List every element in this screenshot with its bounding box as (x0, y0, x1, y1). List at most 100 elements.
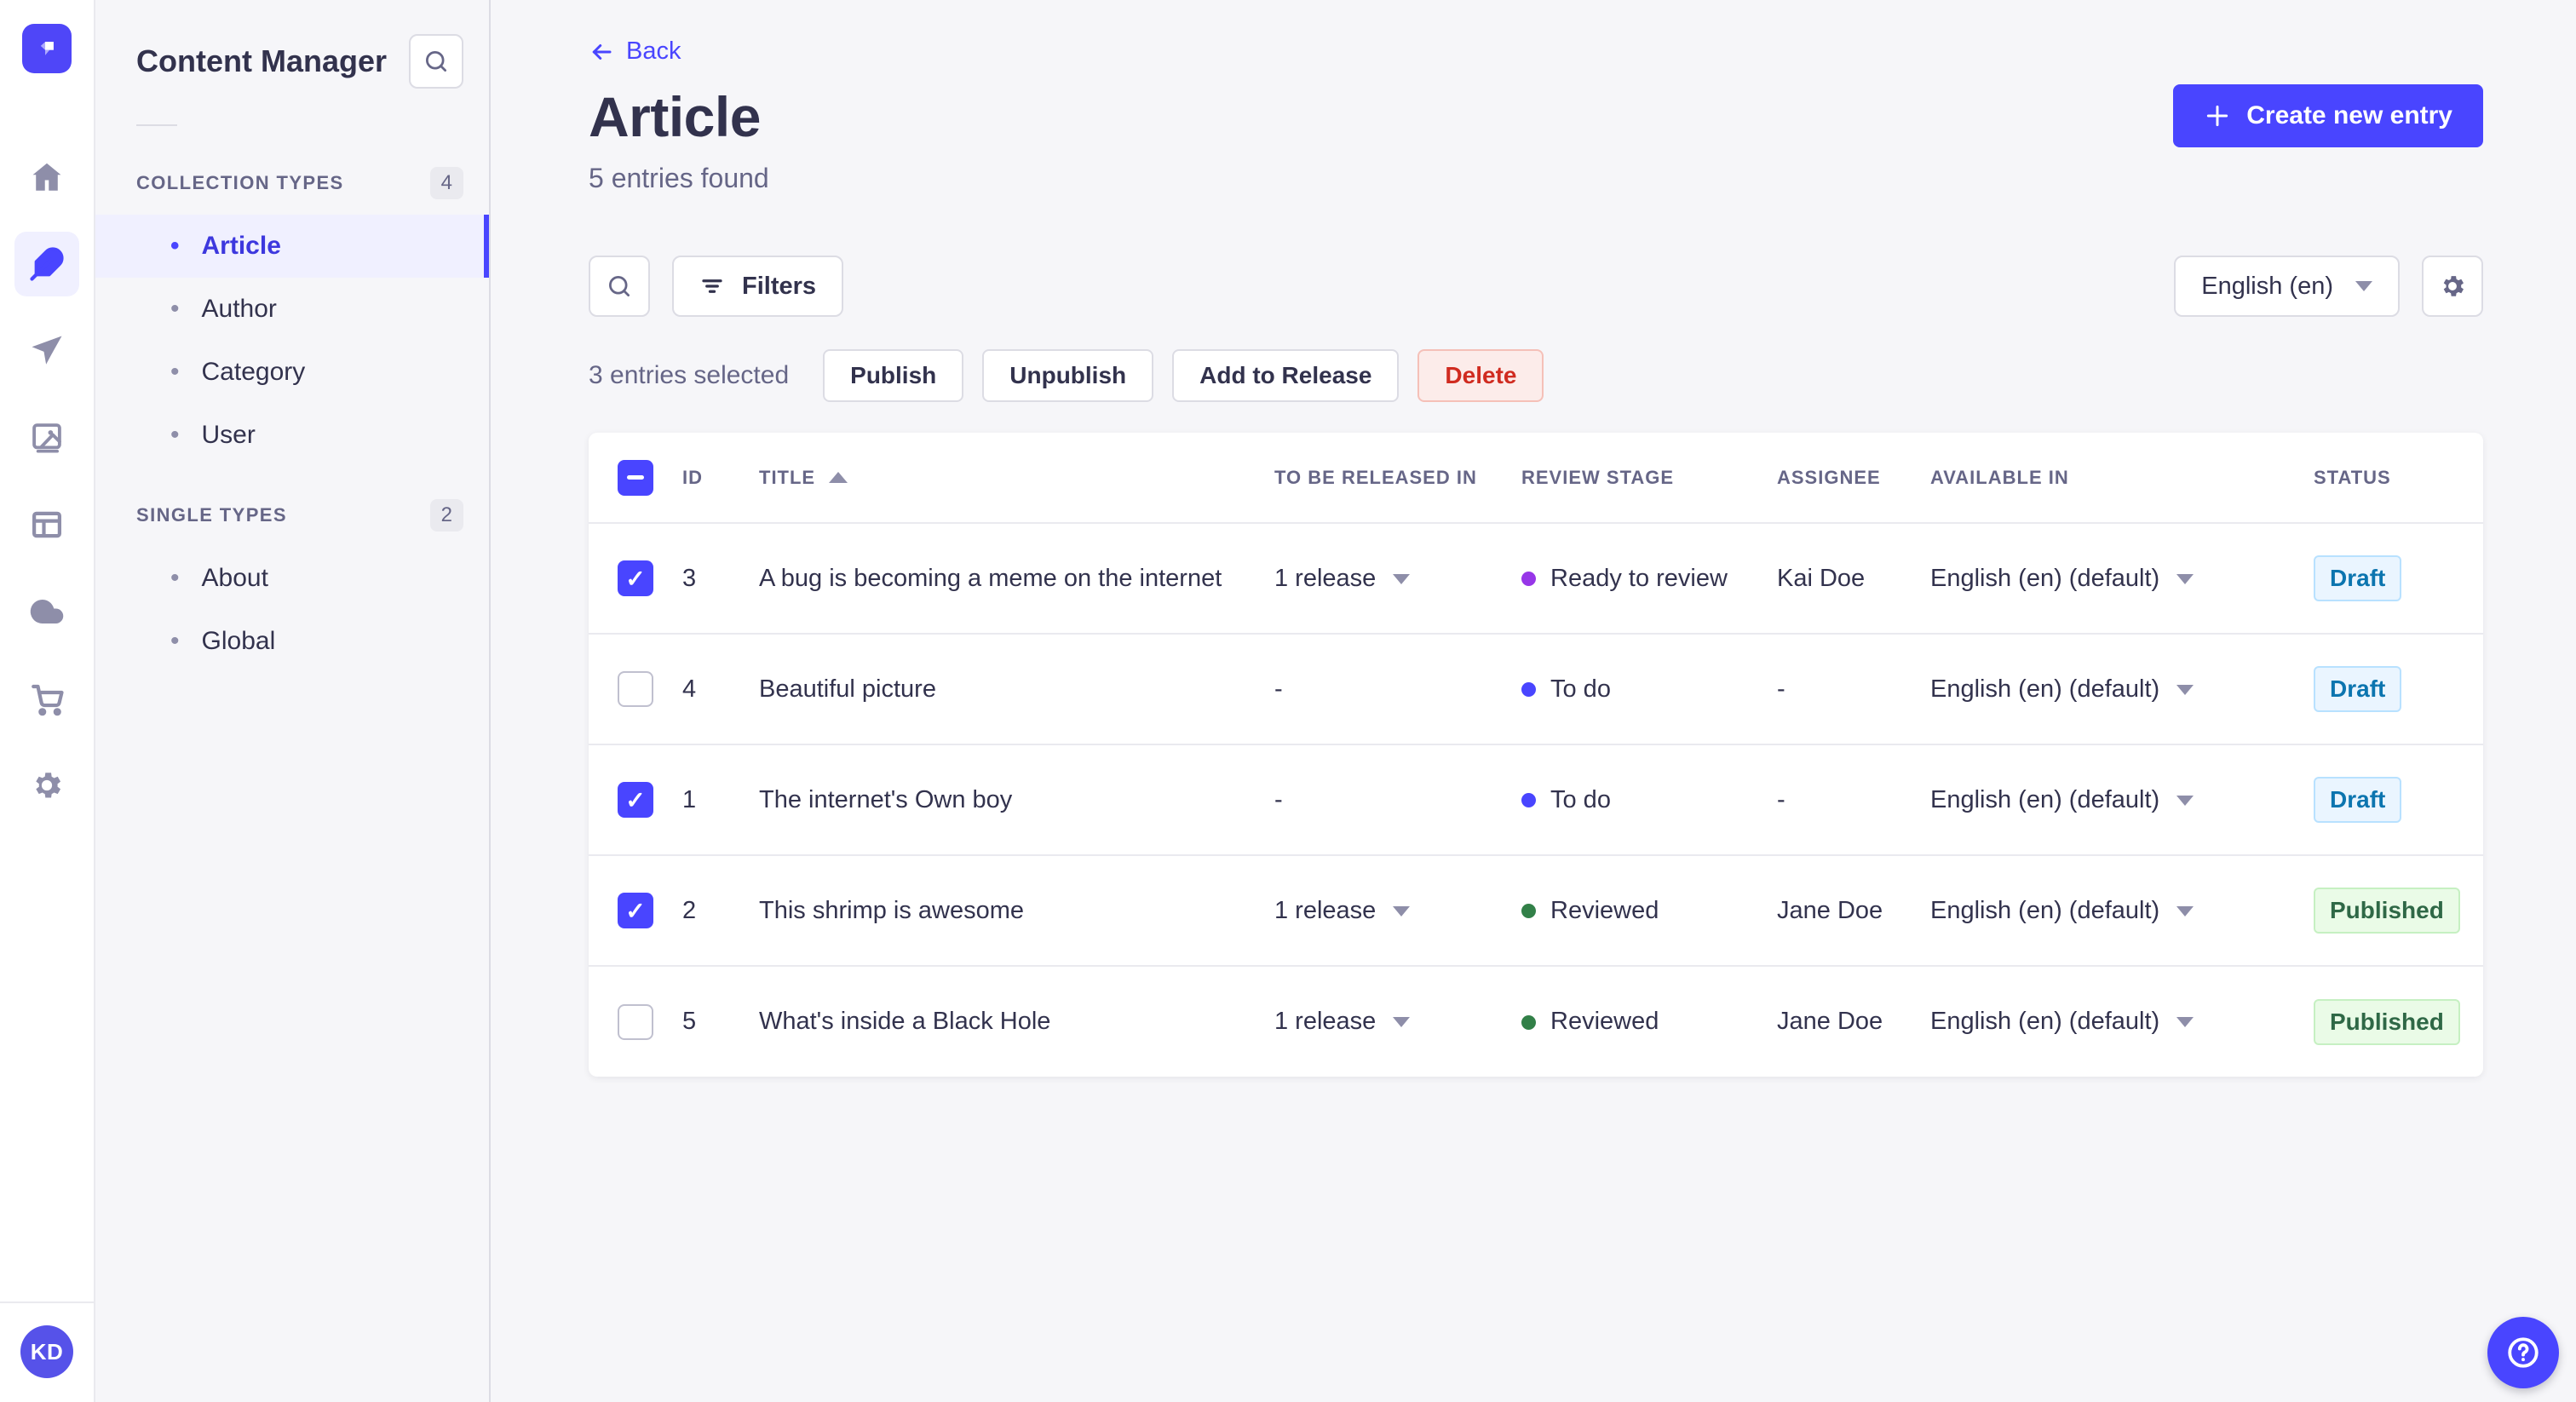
available-locale: English (en) (default) (1930, 675, 2160, 703)
single-types-count: 2 (429, 499, 463, 531)
cell-id: 3 (682, 522, 759, 634)
home-icon[interactable] (14, 145, 79, 210)
row-checkbox[interactable] (618, 1003, 653, 1040)
status-badge: Published (2314, 888, 2460, 934)
delete-button[interactable]: Delete (1417, 349, 1544, 402)
status-badge: Published (2314, 998, 2460, 1045)
table-row[interactable]: 3 A bug is becoming a meme on the intern… (589, 522, 2483, 634)
cell-review-stage: To do (1521, 744, 1777, 855)
sidebar-item-category[interactable]: • Category (95, 341, 489, 404)
sidebar-item-author[interactable]: • Author (95, 278, 489, 341)
rail-footer: KD (0, 1301, 94, 1402)
user-avatar[interactable]: KD (20, 1325, 73, 1378)
cell-release: - (1274, 744, 1521, 855)
sidebar-item-label: Global (201, 627, 276, 655)
cell-status: Published (2314, 965, 2483, 1077)
back-link[interactable]: Back (589, 37, 681, 66)
content-manager-feather-icon[interactable] (14, 232, 79, 296)
locale-selected-value: English (en) (2201, 272, 2333, 300)
status-badge: Draft (2314, 777, 2402, 823)
column-available-in[interactable]: AVAILABLE IN (1930, 433, 2314, 523)
row-checkbox[interactable] (618, 671, 653, 707)
stage-label: To do (1550, 675, 1611, 703)
column-status[interactable]: STATUS (2314, 433, 2483, 523)
column-id[interactable]: ID (682, 433, 759, 523)
chevron-down-icon[interactable] (1393, 1017, 1411, 1028)
cell-available-in: English (en) (default) (1930, 633, 2314, 744)
chevron-down-icon[interactable] (1393, 905, 1411, 916)
media-library-icon[interactable] (14, 405, 79, 470)
search-icon (609, 276, 630, 296)
release-plane-icon[interactable] (14, 319, 79, 383)
strapi-logo[interactable] (22, 24, 72, 73)
list-search-button[interactable] (589, 256, 650, 317)
chevron-down-icon[interactable] (2176, 795, 2194, 806)
cell-review-stage: Reviewed (1521, 854, 1777, 966)
sidebar-item-article[interactable]: • Article (95, 215, 489, 278)
settings-gear-icon[interactable] (14, 753, 79, 818)
row-checkbox[interactable] (618, 560, 653, 596)
cloud-icon[interactable] (14, 579, 79, 644)
table-row[interactable]: 4 Beautiful picture - To do - English (e… (589, 633, 2483, 744)
row-checkbox[interactable] (618, 893, 653, 928)
cell-title: A bug is becoming a meme on the internet (759, 522, 1274, 634)
cell-assignee: Kai Doe (1777, 522, 1930, 634)
filters-button[interactable]: Filters (672, 256, 844, 317)
locale-select[interactable]: English (en) (2174, 256, 2400, 317)
publish-button[interactable]: Publish (823, 349, 964, 402)
select-all-checkbox[interactable] (618, 459, 653, 496)
sort-ascending-icon (829, 472, 848, 483)
column-to-be-released-in[interactable]: TO BE RELEASED IN (1274, 433, 1521, 523)
chevron-down-icon[interactable] (1393, 573, 1411, 584)
bullet-icon: • (170, 232, 180, 260)
rail-icon-nav (14, 145, 79, 818)
unpublish-button[interactable]: Unpublish (982, 349, 1154, 402)
table-row[interactable]: 1 The internet's Own boy - To do - Engli… (589, 744, 2483, 855)
stage-dot (1521, 904, 1536, 919)
available-locale: English (en) (default) (1930, 1008, 2160, 1035)
chevron-down-icon[interactable] (2176, 905, 2194, 916)
stage-dot (1521, 572, 1536, 587)
content-type-builder-icon[interactable] (14, 492, 79, 557)
cell-title: The internet's Own boy (759, 744, 1274, 855)
column-title[interactable]: TITLE (759, 433, 1274, 523)
filters-label: Filters (742, 272, 817, 300)
create-button-label: Create new entry (2246, 101, 2452, 129)
status-badge: Draft (2314, 555, 2402, 601)
cell-title: This shrimp is awesome (759, 854, 1274, 966)
sidebar-search-button[interactable] (409, 34, 463, 89)
column-assignee[interactable]: ASSIGNEE (1777, 433, 1930, 523)
chevron-down-icon[interactable] (2176, 684, 2194, 695)
cell-status: Draft (2314, 633, 2483, 744)
cell-release: 1 release (1274, 854, 1521, 966)
stage-label: Reviewed (1550, 896, 1659, 924)
sidebar-item-label: About (201, 564, 268, 592)
sidebar-item-global[interactable]: • Global (95, 610, 489, 673)
column-review-stage[interactable]: REVIEW STAGE (1521, 433, 1777, 523)
create-new-entry-button[interactable]: Create new entry (2173, 84, 2483, 147)
chevron-down-icon[interactable] (2176, 1017, 2194, 1028)
stage-label: Reviewed (1550, 1008, 1659, 1035)
nav-rail: KD (0, 0, 95, 1402)
question-mark-icon (2508, 1337, 2539, 1368)
cell-assignee: - (1777, 633, 1930, 744)
help-button[interactable] (2487, 1317, 2559, 1388)
cell-assignee: - (1777, 744, 1930, 855)
cell-status: Draft (2314, 744, 2483, 855)
add-to-release-button[interactable]: Add to Release (1172, 349, 1400, 402)
available-locale: English (en) (default) (1930, 785, 2160, 813)
release-value: - (1274, 785, 1283, 813)
table-header-row: ID TITLE TO BE RELEASED IN REVIEW STAGE … (589, 433, 2483, 523)
row-checkbox[interactable] (618, 782, 653, 818)
view-settings-button[interactable] (2422, 256, 2483, 317)
sidebar-item-user[interactable]: • User (95, 404, 489, 467)
sidebar-item-label: Author (201, 295, 277, 323)
content-manager-sidebar: Content Manager COLLECTION TYPES 4 • Art… (95, 0, 491, 1402)
sidebar-item-about[interactable]: • About (95, 547, 489, 610)
chevron-down-icon[interactable] (2176, 573, 2194, 584)
cell-id: 2 (682, 854, 759, 966)
table-row[interactable]: 5 What's inside a Black Hole 1 release R… (589, 965, 2483, 1077)
table-row[interactable]: 2 This shrimp is awesome 1 release Revie… (589, 854, 2483, 966)
marketplace-cart-icon[interactable] (14, 666, 79, 731)
sidebar-divider (136, 124, 177, 126)
